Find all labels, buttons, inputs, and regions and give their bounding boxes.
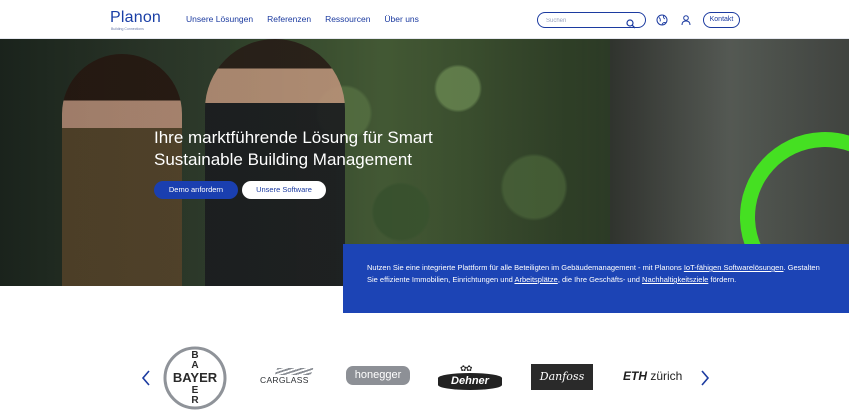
- search-input[interactable]: [546, 15, 626, 26]
- logo-danfoss: Danfoss: [531, 364, 593, 390]
- nav-referenzen[interactable]: Referenzen: [267, 14, 311, 24]
- globe-icon[interactable]: [656, 13, 668, 26]
- logo-carglass: CARGLASS: [258, 368, 316, 386]
- nav-unsere-loesungen[interactable]: Unsere Lösungen: [186, 14, 253, 24]
- dehner-flower-icon: ✿✿: [460, 364, 472, 373]
- hero-info-text: Nutzen Sie eine integrierte Plattform fü…: [367, 263, 820, 284]
- logo-tagline: Building Connections: [111, 27, 144, 31]
- planon-logo[interactable]: Planon Building Connections: [110, 9, 162, 31]
- contact-button[interactable]: Kontakt: [703, 12, 740, 28]
- svg-text:R: R: [191, 395, 199, 406]
- workplaces-link[interactable]: Arbeitsplätze: [514, 275, 557, 284]
- logo-honegger: honegger: [346, 366, 410, 385]
- search-icon[interactable]: [626, 16, 636, 29]
- our-software-button[interactable]: Unsere Software: [242, 181, 326, 199]
- logo-dehner: ✿✿ Dehner: [438, 364, 502, 390]
- svg-text:A: A: [191, 360, 198, 371]
- bayer-horizontal-text: BAYER: [173, 370, 218, 385]
- site-header: Planon Building Connections Unsere Lösun…: [0, 0, 849, 39]
- logo-eth-zurich: ETH zürich: [623, 369, 683, 383]
- search-box: [537, 12, 646, 29]
- logo-bayer: BAYER B A E R: [163, 346, 227, 410]
- iot-software-link[interactable]: IoT-fähigen Softwarelösungen: [684, 263, 784, 272]
- hero-title: Ihre marktführende Lösung für Smart Sust…: [154, 128, 433, 169]
- nav-ressourcen[interactable]: Ressourcen: [325, 14, 370, 24]
- user-icon[interactable]: [680, 13, 692, 26]
- demo-request-button[interactable]: Demo anfordern: [154, 181, 238, 199]
- nav-ueber-uns[interactable]: Über uns: [384, 14, 419, 24]
- carousel-next-icon[interactable]: [698, 368, 712, 388]
- logo-wordmark: Planon: [110, 9, 162, 26]
- main-nav: Unsere Lösungen Referenzen Ressourcen Üb…: [186, 14, 419, 24]
- sustainability-link[interactable]: Nachhaltigkeitsziele: [642, 275, 708, 284]
- hero-info-box: Nutzen Sie eine integrierte Plattform fü…: [343, 244, 849, 313]
- carousel-prev-icon[interactable]: [139, 368, 153, 388]
